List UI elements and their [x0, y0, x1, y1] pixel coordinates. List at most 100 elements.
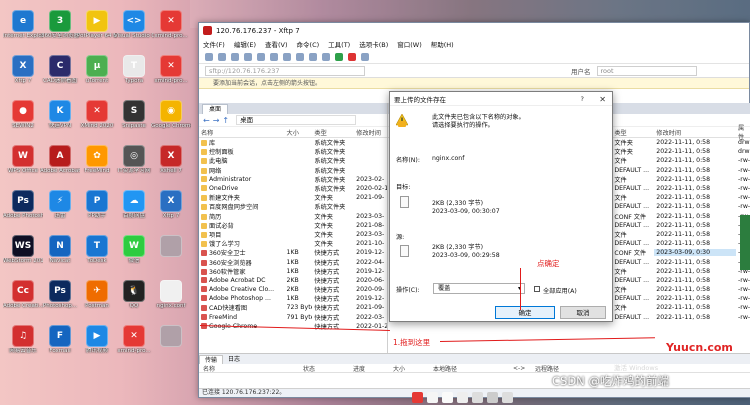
- local-file-row[interactable]: Adobe Photoshop ... 1KB 快捷方式 2019-12-: [199, 294, 387, 303]
- emoji-icon[interactable]: [472, 392, 483, 403]
- ok-button[interactable]: 确定: [495, 306, 555, 319]
- menu-tools[interactable]: 工具(T): [328, 39, 350, 49]
- local-file-row[interactable]: 饿了么学习 文件夹 2021-10-: [199, 239, 387, 248]
- local-file-row[interactable]: FreeMind 791 Bytes快捷方式 2022-03-: [199, 313, 387, 322]
- local-file-row[interactable]: CAD快速看图 723 Bytes快捷方式 2021-09-: [199, 303, 387, 312]
- col-size[interactable]: 大小: [285, 128, 313, 137]
- desktop-icon[interactable]: X Xftp 7: [3, 51, 43, 101]
- desktop-icon[interactable]: P PP助手: [77, 186, 117, 236]
- col-t-status[interactable]: 状态: [301, 364, 351, 373]
- desktop-icon[interactable]: Ps Photoshop...: [40, 276, 80, 326]
- desktop-icon[interactable]: Cc Adobe Creati...: [3, 276, 43, 326]
- copy-icon[interactable]: [270, 52, 278, 61]
- help-icon[interactable]: [361, 52, 369, 61]
- desktop-icon[interactable]: ✈ Postman: [77, 276, 117, 326]
- apply-all-checkbox[interactable]: [534, 286, 540, 292]
- menu-view[interactable]: 查看(V): [265, 39, 288, 49]
- dialog-help-button[interactable]: ?: [581, 95, 584, 103]
- menu-command[interactable]: 命令(C): [297, 39, 320, 49]
- desktop-icon[interactable]: 🐧 QQ: [114, 276, 154, 326]
- grid-icon[interactable]: [502, 392, 513, 403]
- desktop-icon[interactable]: K 快连VPN: [40, 96, 80, 146]
- local-file-row[interactable]: OneDrive 系统文件夹 2020-02-1: [199, 184, 387, 193]
- window-titlebar[interactable]: 120.76.176.237 - Xftp 7: [199, 23, 749, 38]
- desktop-icon[interactable]: C CAD迷你看图: [40, 51, 80, 101]
- desktop-icon[interactable]: ▶ PotPlayer 64 bit: [77, 6, 117, 56]
- sogou-icon[interactable]: [412, 392, 423, 403]
- desktop-icon[interactable]: ✿ FreeMind: [77, 141, 117, 191]
- desktop-icon[interactable]: ✕ xmind-pro...: [114, 321, 154, 371]
- menu-edit[interactable]: 编辑(E): [234, 39, 256, 49]
- local-file-row[interactable]: 360软件管家 1KB 快捷方式 2019-12-: [199, 267, 387, 276]
- desktop-icon[interactable]: T ToDesk: [77, 231, 117, 281]
- disconnect-icon[interactable]: [244, 52, 252, 61]
- properties-icon[interactable]: [309, 52, 317, 61]
- menu-help[interactable]: 帮助(H): [431, 39, 454, 49]
- col-t-progress[interactable]: 进度: [351, 364, 391, 373]
- col-t-size[interactable]: 大小: [391, 364, 431, 373]
- col-remote-modified[interactable]: 修改时间: [654, 128, 736, 137]
- dialog-titlebar[interactable]: 要上传的文件存在: [390, 92, 612, 106]
- desktop-icon[interactable]: eInternet Explorer: [3, 6, 43, 56]
- local-file-row[interactable]: 百度网盘同步空间 系统文件夹: [199, 202, 387, 211]
- col-type[interactable]: 类型: [312, 128, 354, 137]
- desktop-icon[interactable]: S Snipaste: [114, 96, 154, 146]
- tab-desktop[interactable]: 桌面: [202, 104, 229, 114]
- local-file-row[interactable]: 简历 文件夹 2023-03-: [199, 212, 387, 221]
- desktop-icon[interactable]: ⚡ 迅雷: [40, 186, 80, 236]
- desktop-icon[interactable]: µ uTorrent: [77, 51, 117, 101]
- link-icon[interactable]: [231, 52, 239, 61]
- desktop-icon[interactable]: W 微信: [114, 231, 154, 281]
- col-t-name[interactable]: 名称: [199, 364, 301, 373]
- menu-window[interactable]: 窗口(W): [397, 39, 422, 49]
- desktop-icon[interactable]: WSWebStorm 2019.3.4: [3, 231, 43, 281]
- tools-icon[interactable]: [487, 392, 498, 403]
- desktop-icon[interactable]: ▶ 腾讯视频: [77, 321, 117, 371]
- desktop-icon[interactable]: ♫ 网易云音乐: [3, 321, 43, 371]
- desktop-icon[interactable]: ✕ XMind 2020: [77, 96, 117, 146]
- open-folder-icon[interactable]: [218, 52, 226, 61]
- col-remote-type[interactable]: 类型: [612, 128, 654, 137]
- desktop-icon[interactable]: [151, 321, 191, 371]
- apply-all-label[interactable]: 全部应用(A): [543, 286, 577, 295]
- desktop-icon[interactable]: ◎ IT资源学习网: [114, 141, 154, 191]
- local-file-row[interactable]: 网络 系统文件夹: [199, 166, 387, 175]
- desktop-icon[interactable]: AAdobe Acrobat DC: [40, 141, 80, 191]
- paste-icon[interactable]: [283, 52, 291, 61]
- col-t-remote[interactable]: 远程路径: [533, 364, 593, 373]
- col-modified[interactable]: 修改时间: [354, 128, 387, 137]
- up-arrow-icon[interactable]: ↑: [222, 116, 229, 125]
- local-file-row[interactable]: Administrator 系统文件夹 2023-02-: [199, 175, 387, 184]
- desktop-icon[interactable]: <>Visual Studio Code: [114, 6, 154, 56]
- forward-arrow-icon[interactable]: →: [213, 116, 220, 125]
- local-file-row[interactable]: 控制面板 系统文件夹: [199, 147, 387, 156]
- desktop-icon[interactable]: N Navicat: [40, 231, 80, 281]
- local-file-row[interactable]: 库 系统文件夹: [199, 138, 387, 147]
- desktop-icon[interactable]: ✕ xmind-pro...: [151, 51, 191, 101]
- desktop-icon[interactable]: nginx.conf: [151, 276, 191, 326]
- desktop-icon[interactable]: W WPS Office: [3, 141, 43, 191]
- desktop-icon[interactable]: ● SEWIN2: [3, 96, 43, 146]
- col-t-local[interactable]: 本地路径: [431, 364, 511, 373]
- username-input[interactable]: root: [596, 65, 697, 76]
- mic-icon[interactable]: [442, 392, 453, 403]
- local-file-row[interactable]: 此电脑 系统文件夹: [199, 156, 387, 165]
- desktop-icon[interactable]: ◉ Google Chrome: [151, 96, 191, 146]
- desktop-icon[interactable]: X Xshell 7: [151, 141, 191, 191]
- desktop-icon[interactable]: T Typora: [114, 51, 154, 101]
- action-select[interactable]: 覆盖: [433, 283, 525, 294]
- dialog-close-button[interactable]: ✕: [599, 95, 606, 104]
- desktop-icon[interactable]: ☁ 百度网盘: [114, 186, 154, 236]
- desktop-icon[interactable]: X Xftp 7: [151, 186, 191, 236]
- desktop-icon[interactable]: F Foxmail: [40, 321, 80, 371]
- new-session-icon[interactable]: [205, 52, 213, 61]
- desktop-icon[interactable]: 3 360安全浏览器: [40, 6, 80, 56]
- local-file-row[interactable]: 360安全浏览器 1KB 快捷方式 2022-04-: [199, 257, 387, 267]
- stop-icon[interactable]: [348, 52, 356, 61]
- refresh-icon[interactable]: [257, 52, 265, 61]
- local-file-row[interactable]: 面试必背 文件夹 2021-08-: [199, 221, 387, 230]
- local-file-row[interactable]: Adobe Creative Clo... 2KB 快捷方式 2020-09-: [199, 285, 387, 294]
- desktop-icon[interactable]: [151, 231, 191, 281]
- keyboard-icon[interactable]: [457, 392, 468, 403]
- local-path[interactable]: 桌面: [236, 115, 357, 125]
